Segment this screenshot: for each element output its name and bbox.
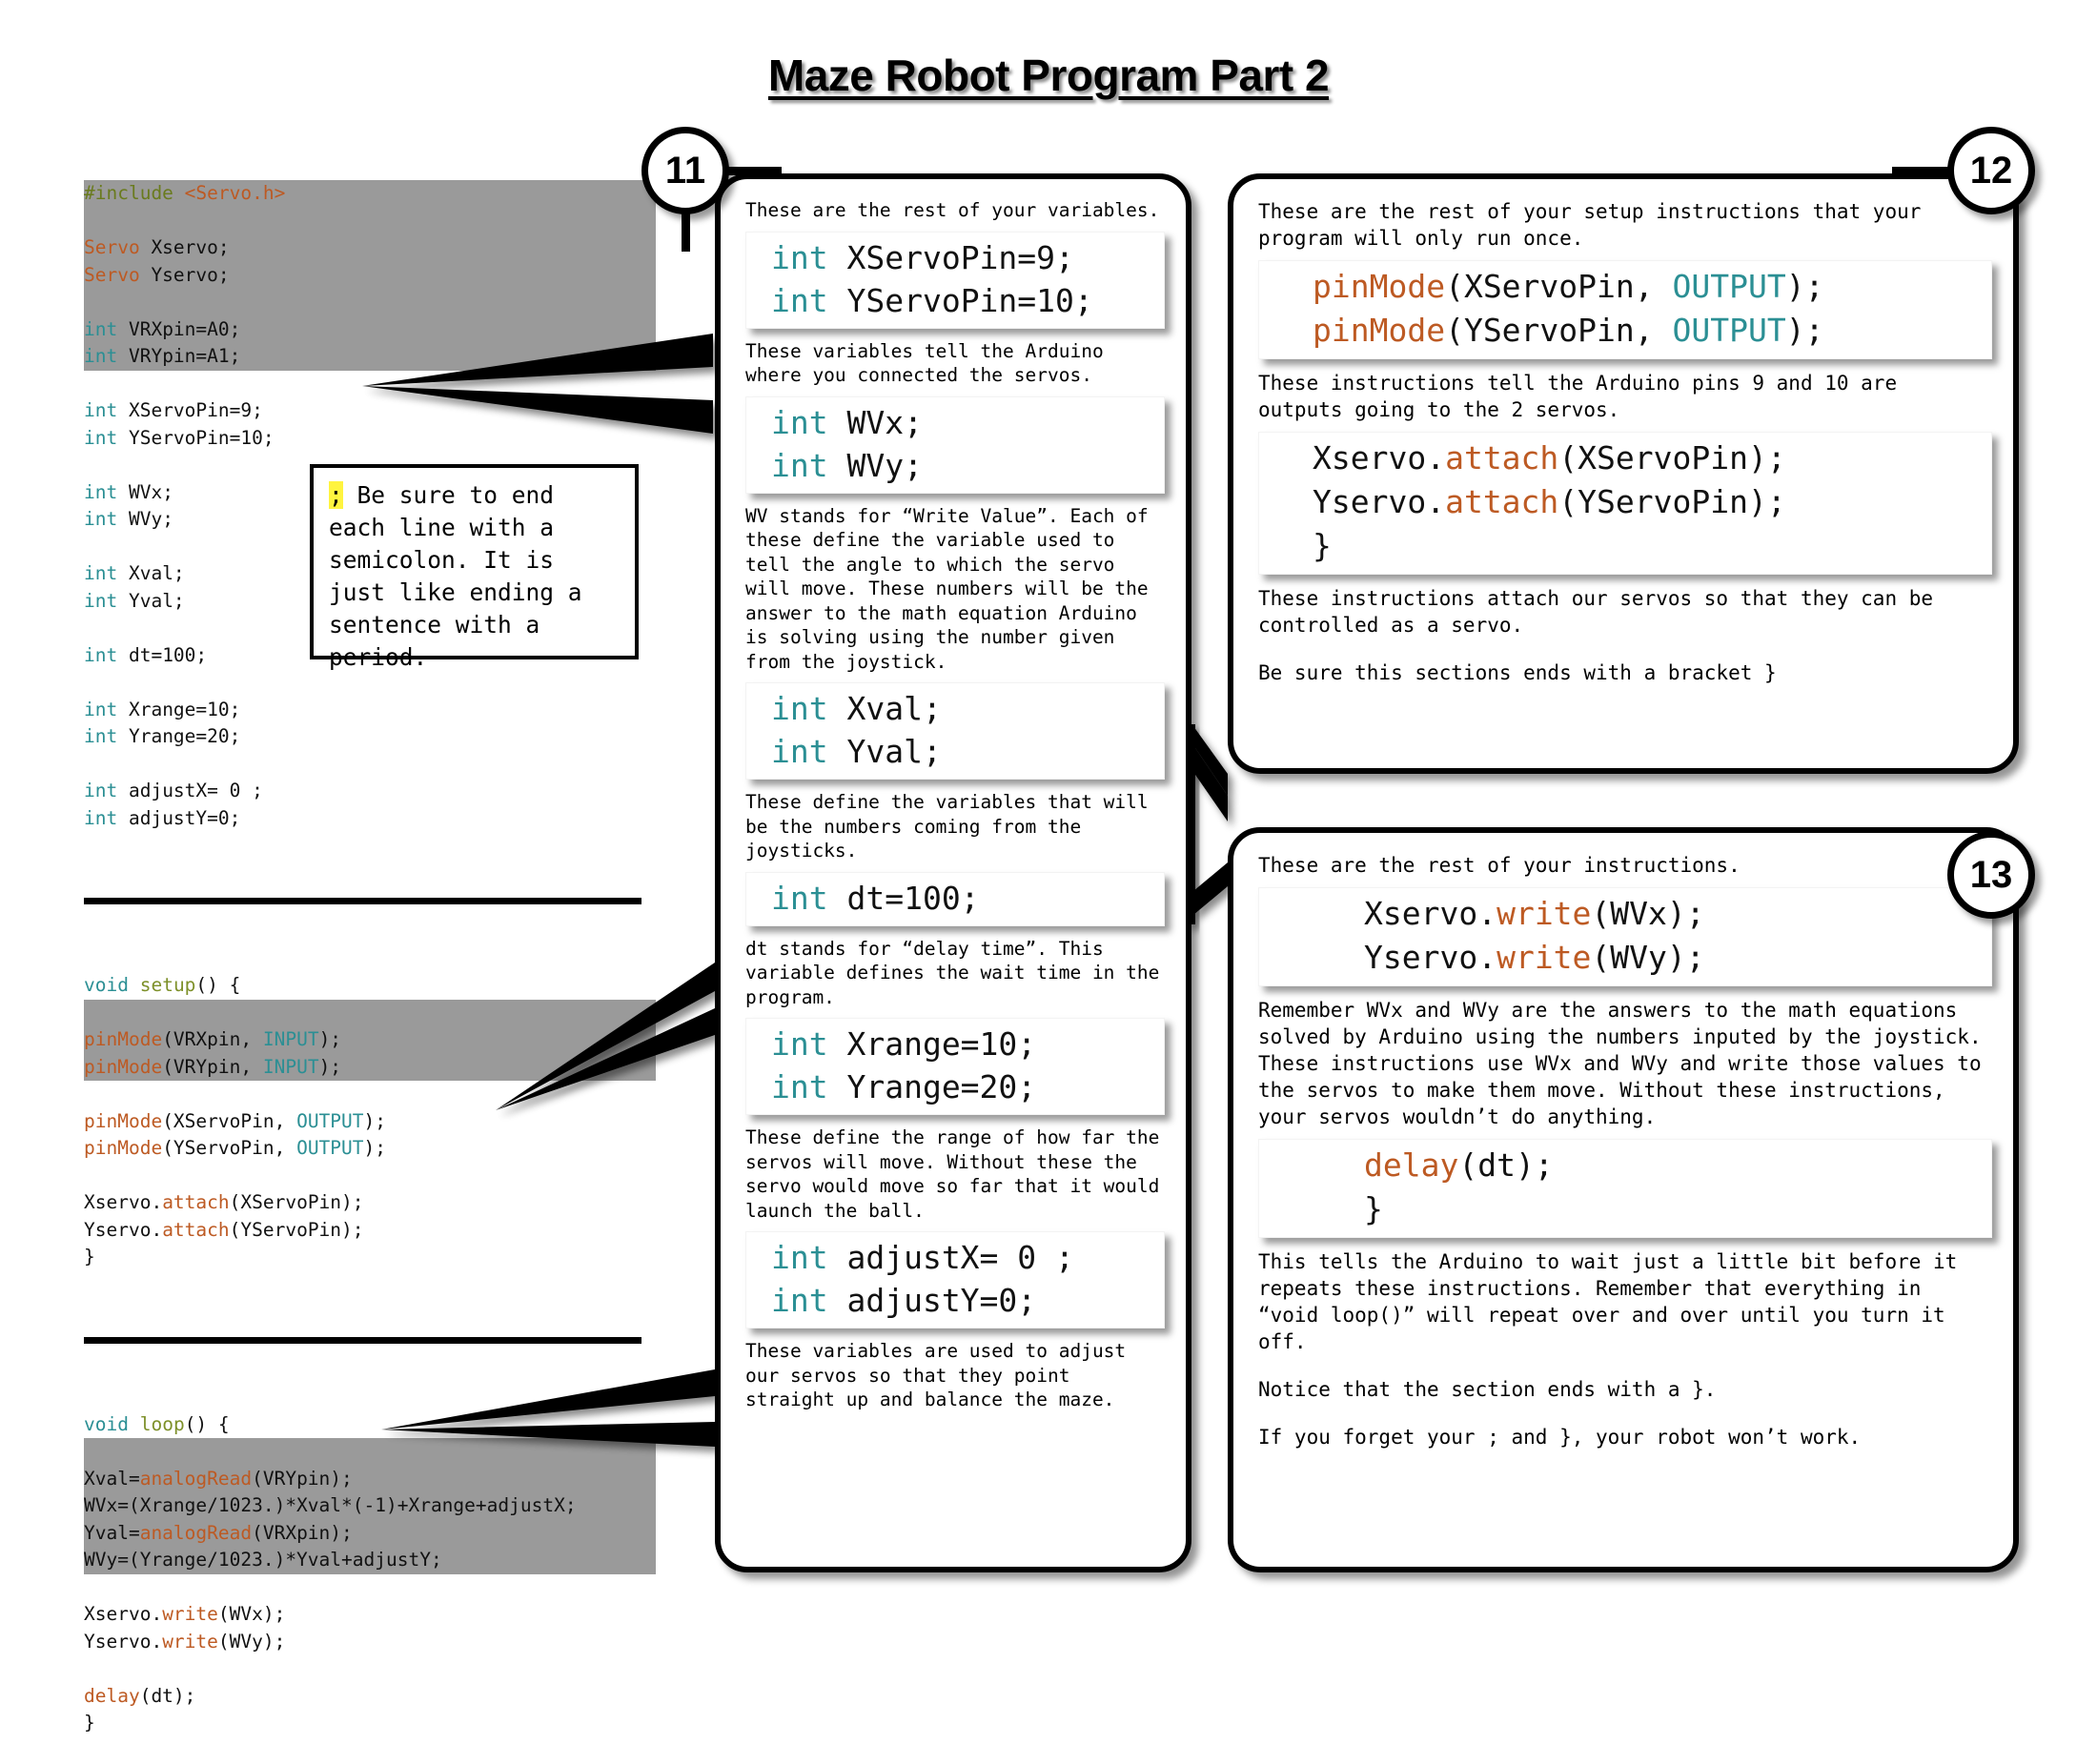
b11-p3: WV stands for “Write Value”. Each of the… (745, 504, 1160, 673)
b13-p2: Remember WVx and WVy are the answers to … (1258, 999, 1994, 1128)
b13-p3: This tells the Arduino to wait just a li… (1258, 1250, 1969, 1353)
b11-s1-l1-val: XServoPin=9; (846, 238, 1074, 276)
b11-p7: These variables are used to adjust our s… (745, 1340, 1137, 1410)
b12-p4: Be sure this sections ends with a bracke… (1258, 661, 1777, 684)
b11-snippet-servopins: int XServoPin=9; int YServoPin=10; (745, 231, 1165, 329)
step-number-12[interactable]: 12 (1947, 127, 2035, 214)
callout-bubble-12[interactable]: These are the rest of your setup instruc… (1228, 173, 2019, 774)
b12-snippet-attach: Xservo.attach(XServoPin); Yservo.attach(… (1258, 432, 1992, 575)
b12-p3: These instructions attach our servos so … (1258, 587, 1945, 637)
callout-bubble-11[interactable]: These are the rest of your variables. in… (715, 173, 1191, 1572)
b11-snippet-adjust: int adjustX= 0 ; int adjustY=0; (745, 1231, 1165, 1328)
b13-p5: If you forget your ; and }, your robot w… (1258, 1426, 1862, 1449)
note-text: Be sure to end each line with a semicolo… (329, 481, 582, 671)
semicolon-tip-note: ; Be sure to end each line with a semico… (310, 464, 639, 671)
b13-snippet-write: Xservo.write(WVx); Yservo.write(WVy); (1258, 887, 1992, 986)
step-number-13[interactable]: 13 (1947, 831, 2035, 919)
step-number-11[interactable]: 11 (641, 127, 729, 214)
b13-snippet-delay: delay(dt); } (1258, 1139, 1992, 1238)
b11-snippet-dt: int dt=100; (745, 871, 1165, 926)
semicolon-highlight: ; (329, 481, 343, 509)
b13-p1: These are the rest of your instructions. (1258, 854, 1741, 877)
b12-snippet-pinmode: pinMode(XServoPin, OUTPUT); pinMode(YSer… (1258, 260, 1992, 359)
b11-p4: These define the variables that will be … (745, 791, 1160, 862)
b12-p2: These instructions tell the Arduino pins… (1258, 372, 1909, 421)
b11-snippet-vals: int Xval; int Yval; (745, 682, 1165, 780)
b11-p1: These are the rest of your variables. (745, 199, 1160, 221)
b13-p4: Notice that the section ends with a }. (1258, 1378, 1717, 1401)
b11-p2: These variables tell the Arduino where y… (745, 339, 1115, 387)
b12-p1: These are the rest of your setup instruc… (1258, 200, 1934, 250)
callout-bubble-13[interactable]: These are the rest of your instructions.… (1228, 827, 2019, 1572)
b11-p6: These define the range of how far the se… (745, 1126, 1171, 1222)
b11-snippet-range: int Xrange=10; int Yrange=20; (745, 1018, 1165, 1115)
b11-snippet-wv: int WVx; int WVy; (745, 395, 1165, 494)
b11-p5: dt stands for “delay time”. This variabl… (745, 937, 1171, 1008)
